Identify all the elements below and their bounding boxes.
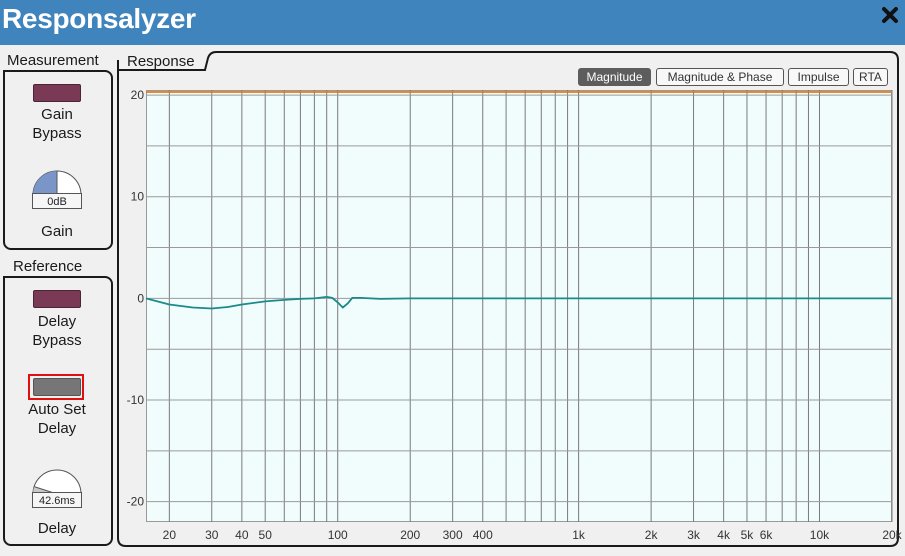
x-tick-label: 50 <box>259 528 273 542</box>
y-tick-label: -20 <box>127 495 145 509</box>
x-tick-label: 300 <box>443 528 463 542</box>
x-tick-label: 400 <box>473 528 493 542</box>
y-tick-label: -10 <box>127 393 145 407</box>
x-tick-label: 5k <box>741 528 755 542</box>
response-chart: 20 30 40 50 100 200 300 400 1k 2k 3k 4k 5k 6k 10k 20k20… <box>127 88 903 542</box>
x-tick-label: 1k <box>572 528 586 542</box>
y-tick-label: 20 <box>131 88 145 102</box>
x-tick-label: 4k <box>717 528 731 542</box>
x-tick-label: 20 <box>163 528 177 542</box>
x-tick-label: 10k <box>810 528 830 542</box>
x-tick-label: 40 <box>235 528 249 542</box>
x-tick-label: 200 <box>400 528 420 542</box>
x-tick-label: 30 <box>205 528 219 542</box>
y-tick-label: 10 <box>131 190 145 204</box>
x-tick-label: 20k <box>882 528 902 542</box>
x-tick-label: 6k <box>760 528 774 542</box>
x-tick-label: 2k <box>645 528 659 542</box>
x-tick-label: 3k <box>687 528 701 542</box>
y-tick-label: 0 <box>137 291 144 305</box>
x-tick-label: 100 <box>328 528 348 542</box>
